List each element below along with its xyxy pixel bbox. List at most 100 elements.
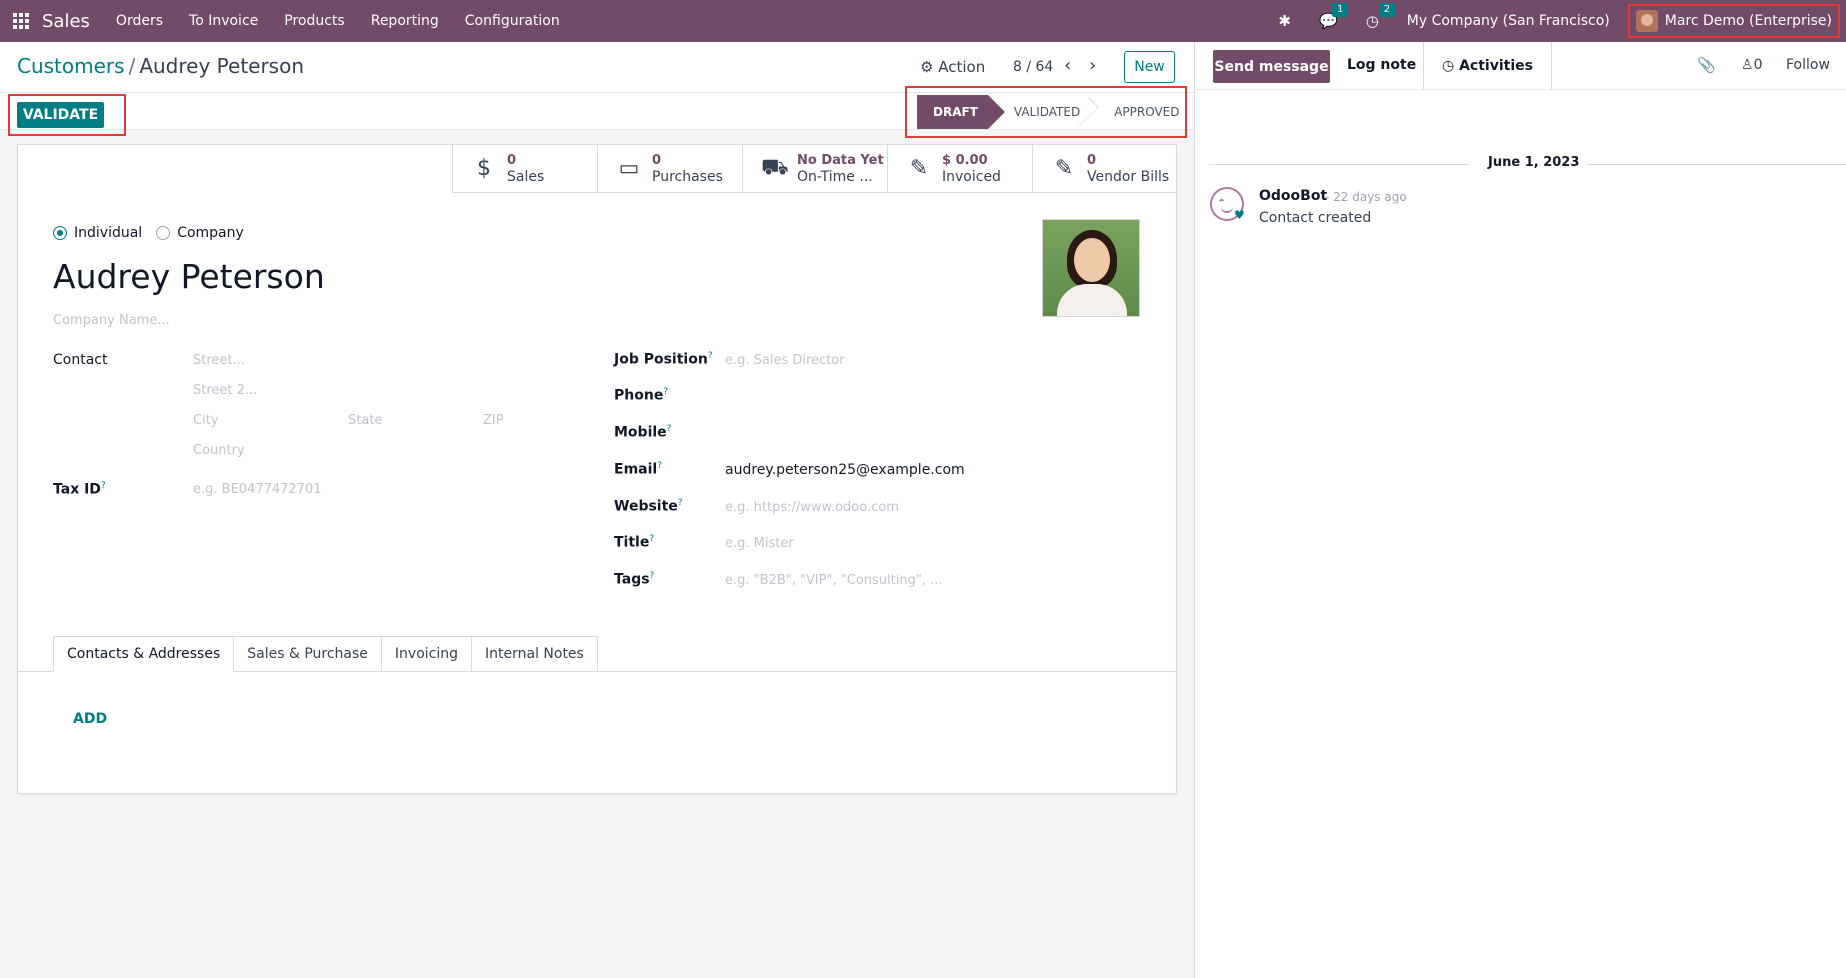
- messages-icon[interactable]: 💬 1: [1319, 3, 1349, 30]
- help-tooltip-icon[interactable]: ?: [667, 424, 672, 434]
- user-menu[interactable]: Marc Demo (Enterprise): [1627, 4, 1840, 38]
- purchases-stat-button[interactable]: ▭ 0 Purchases: [597, 144, 742, 193]
- menu-to-invoice[interactable]: To Invoice: [189, 13, 258, 29]
- company-label[interactable]: Company: [177, 225, 244, 241]
- phone-label: Phone?: [614, 387, 668, 404]
- stage-validated[interactable]: VALIDATED: [988, 95, 1100, 129]
- credit-card-icon: ▭: [618, 156, 640, 181]
- form-sheet: $ 0 Sales ▭ 0 Purchases ⛟ No Data Yet On-Ti…: [17, 144, 1177, 794]
- tags-label-text: Tags: [614, 571, 650, 588]
- job-position-field[interactable]: e.g. Sales Director: [725, 353, 845, 368]
- debug-bug-icon[interactable]: ✱: [1278, 12, 1291, 30]
- tab-sales-purchase[interactable]: Sales & Purchase: [234, 636, 382, 672]
- user-avatar: [1635, 10, 1658, 32]
- pager-previous-icon[interactable]: ‹: [1064, 55, 1071, 76]
- add-contact-button[interactable]: ADD: [73, 711, 107, 727]
- help-tooltip-icon[interactable]: ?: [678, 498, 683, 508]
- job-position-label: Job Position?: [614, 351, 713, 368]
- date-line-left: [1209, 164, 1469, 165]
- partner-name-field[interactable]: Audrey Peterson: [53, 257, 325, 296]
- website-label: Website?: [614, 498, 683, 515]
- help-tooltip-icon[interactable]: ?: [650, 571, 655, 581]
- chatter-topbar: Send message Log note ◷ Activities 📎 ♙0 …: [1195, 42, 1846, 90]
- activities-button[interactable]: ◷ Activities: [1423, 42, 1552, 90]
- stat-label: Sales: [507, 168, 545, 185]
- tab-contacts-addresses[interactable]: Contacts & Addresses: [53, 636, 235, 672]
- street-field[interactable]: Street...: [193, 353, 245, 368]
- on-time-stat-button[interactable]: ⛟ No Data Yet On-Time ...: [742, 144, 887, 193]
- validate-button[interactable]: VALIDATE: [17, 102, 104, 128]
- log-note-button[interactable]: Log note: [1347, 57, 1416, 73]
- title-field[interactable]: e.g. Mister: [725, 536, 794, 551]
- date-line-right: [1575, 164, 1846, 165]
- stat-value: No Data Yet: [797, 152, 884, 168]
- company-type-selector: Individual Company: [53, 225, 258, 241]
- stat-label: Invoiced: [942, 168, 1001, 185]
- stat-value: 0: [652, 152, 662, 168]
- state-field[interactable]: State: [348, 413, 382, 428]
- validate-highlight: VALIDATE: [8, 94, 126, 136]
- app-name[interactable]: Sales: [42, 11, 90, 32]
- help-tooltip-icon[interactable]: ?: [663, 387, 668, 397]
- action-label: Action: [938, 58, 986, 76]
- smart-buttons: $ 0 Sales ▭ 0 Purchases ⛟ No Data Yet On-Ti…: [452, 144, 1177, 193]
- company-radio[interactable]: [156, 226, 171, 240]
- website-label-text: Website: [614, 498, 678, 515]
- breadcrumb-current: Audrey Peterson: [139, 54, 305, 78]
- individual-radio[interactable]: [53, 226, 67, 240]
- zip-field[interactable]: ZIP: [483, 413, 504, 428]
- email-label: Email?: [614, 461, 662, 478]
- stage-draft[interactable]: DRAFT: [917, 95, 1005, 129]
- menu-orders[interactable]: Orders: [116, 13, 163, 29]
- company-name-field[interactable]: Company Name...: [53, 313, 170, 328]
- follow-button[interactable]: Follow: [1786, 57, 1830, 73]
- apps-menu-icon[interactable]: [0, 0, 42, 42]
- send-message-button[interactable]: Send message: [1213, 50, 1330, 83]
- title-label-text: Title: [614, 534, 650, 551]
- invoiced-stat-button[interactable]: ✎ $ 0.00 Invoiced: [887, 144, 1032, 193]
- new-button[interactable]: New: [1124, 51, 1175, 83]
- country-field[interactable]: Country: [193, 443, 245, 458]
- pager-next-icon[interactable]: ›: [1089, 55, 1096, 76]
- message-author[interactable]: OdooBot: [1259, 188, 1327, 204]
- help-tooltip-icon[interactable]: ?: [649, 534, 654, 544]
- paperclip-icon[interactable]: 📎: [1697, 56, 1716, 74]
- menu-products[interactable]: Products: [284, 13, 344, 29]
- control-panel: Customers / Audrey Peterson ⚙ Action 8 / 6…: [0, 42, 1194, 92]
- street2-field[interactable]: Street 2...: [193, 383, 257, 398]
- stage-approved[interactable]: APPROVED: [1090, 95, 1189, 129]
- breadcrumb-customers[interactable]: Customers: [17, 54, 125, 78]
- tax-id-field[interactable]: e.g. BE0477472701: [193, 482, 322, 497]
- followers-button[interactable]: ♙0: [1741, 57, 1762, 73]
- contact-label: Contact: [53, 352, 108, 368]
- individual-label[interactable]: Individual: [74, 225, 142, 241]
- tab-internal-notes[interactable]: Internal Notes: [472, 636, 598, 672]
- pager-value[interactable]: 8 / 64: [1013, 59, 1053, 75]
- user-icon: ♙: [1741, 57, 1754, 73]
- title-label: Title?: [614, 534, 654, 551]
- website-field[interactable]: e.g. https://www.odoo.com: [725, 500, 899, 515]
- phone-label-text: Phone: [614, 387, 664, 404]
- date-label: June 1, 2023: [1480, 155, 1588, 170]
- stat-label: On-Time ...: [797, 168, 873, 185]
- menu-reporting[interactable]: Reporting: [371, 13, 439, 29]
- sales-stat-button[interactable]: $ 0 Sales: [452, 144, 597, 193]
- partner-avatar[interactable]: [1042, 219, 1140, 317]
- gear-icon: ⚙: [920, 58, 934, 76]
- menu-configuration[interactable]: Configuration: [465, 13, 560, 29]
- vendor-bills-stat-button[interactable]: ✎ 0 Vendor Bills: [1032, 144, 1177, 193]
- company-switcher[interactable]: My Company (San Francisco): [1407, 13, 1610, 29]
- tab-invoicing[interactable]: Invoicing: [381, 636, 472, 672]
- tax-id-label-text: Tax ID: [53, 481, 101, 498]
- email-field[interactable]: audrey.peterson25@example.com: [725, 462, 965, 478]
- tags-field[interactable]: e.g. "B2B", "VIP", "Consulting", ...: [725, 573, 942, 588]
- top-navbar: Sales Orders To Invoice Products Reporti…: [0, 0, 1846, 42]
- activities-clock-icon[interactable]: ◷ 2: [1366, 3, 1396, 30]
- action-menu-button[interactable]: ⚙ Action: [920, 58, 985, 76]
- help-tooltip-icon[interactable]: ?: [101, 481, 106, 491]
- date-separator: June 1, 2023: [1195, 155, 1846, 175]
- city-field[interactable]: City: [193, 413, 218, 428]
- status-bar: VALIDATE DRAFT VALIDATED APPROVED: [0, 86, 1194, 138]
- help-tooltip-icon[interactable]: ?: [708, 351, 713, 361]
- help-tooltip-icon[interactable]: ?: [657, 461, 662, 471]
